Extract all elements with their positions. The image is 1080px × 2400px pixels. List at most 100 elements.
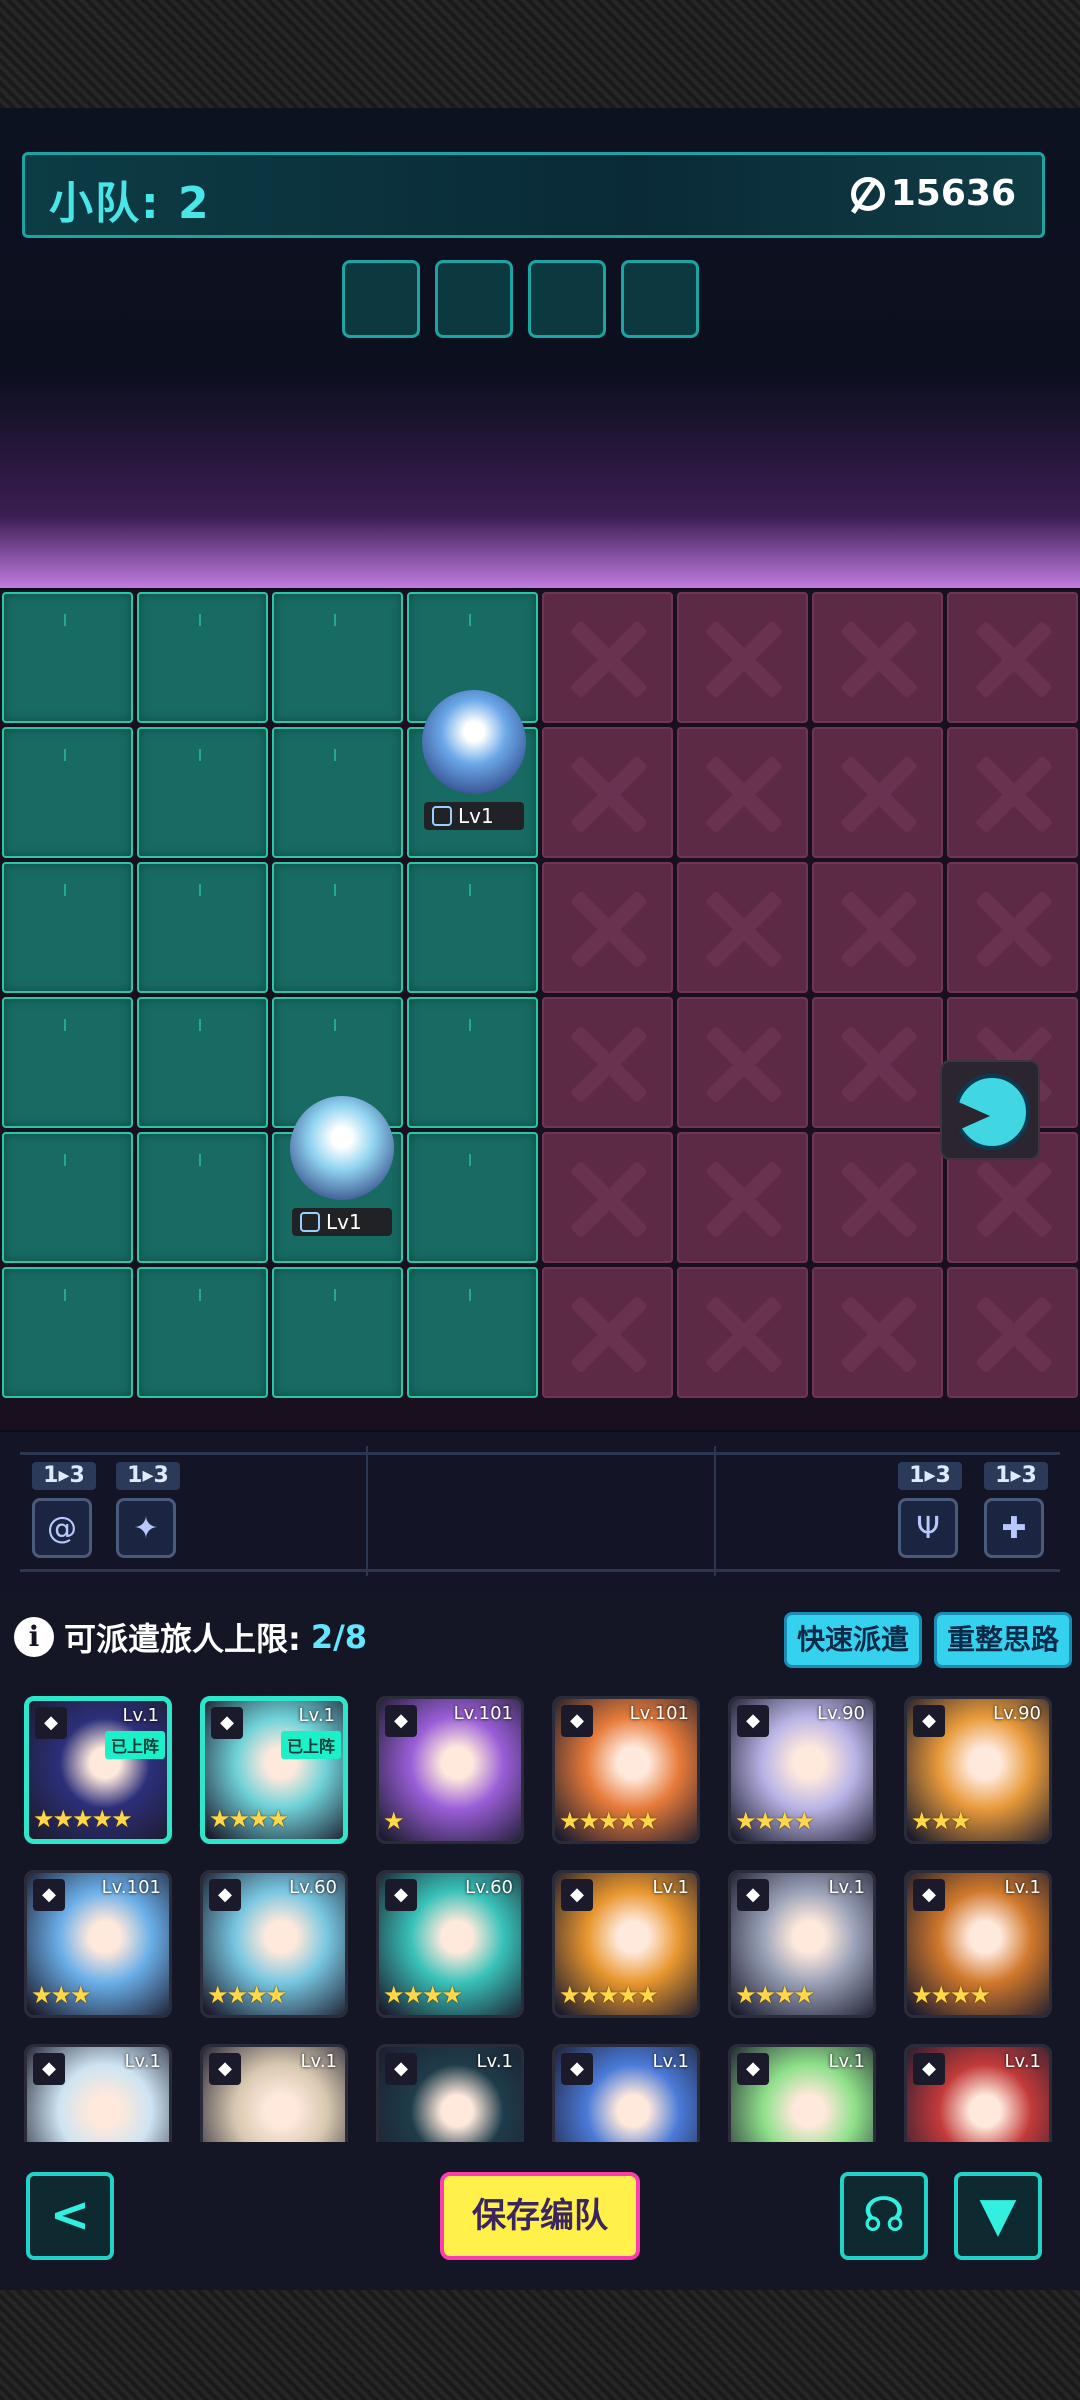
ally-tile[interactable] (137, 1267, 268, 1398)
hero-class-icon: ◆ (561, 1879, 593, 1911)
ally-tile[interactable] (137, 727, 268, 858)
hero-card[interactable]: ◆ Lv.60 ★★★★ (376, 1870, 524, 2018)
ally-tile[interactable] (272, 1267, 403, 1398)
hero-card[interactable]: ◆ Lv.1 ★★★★ (728, 1870, 876, 2018)
squad-label: 小队: (49, 178, 161, 229)
hero-class-icon: ◆ (737, 1879, 769, 1911)
ally-tile[interactable] (407, 1267, 538, 1398)
hero-level: Lv.1 (1004, 1877, 1041, 1898)
bonus-count: 1▸3 (32, 1462, 96, 1490)
hero-class-icon: ◆ (913, 2053, 945, 2085)
board-unit-fox-girl[interactable]: Lv1 (272, 1096, 412, 1236)
hero-card[interactable]: ◆ Lv.1 (728, 2044, 876, 2142)
hero-roster: i 可派遣旅人上限: 2/8 快速派遣 重整思路 ◆ Lv.1 已上阵 ★★★★★ ◆ L… (0, 1592, 1080, 2142)
hero-class-icon: ◆ (385, 1879, 417, 1911)
hero-card[interactable]: ◆ Lv.1 ★★★★ (904, 1870, 1052, 2018)
status-bar-bg (0, 0, 1080, 108)
hero-level: Lv.1 (476, 2051, 513, 2072)
unit-level-tag: Lv1 (424, 802, 524, 830)
hero-card[interactable]: ◆ Lv.1 已上阵 ★★★★ (200, 1696, 348, 1844)
ally-tile[interactable] (2, 592, 133, 723)
hero-level: Lv.1 (298, 1705, 335, 1726)
enemy-tile-blocked (542, 592, 673, 723)
hero-card[interactable]: ◆ Lv.1 ★★★★★ (552, 1870, 700, 2018)
bonus-count: 1▸3 (984, 1462, 1048, 1490)
ally-tile[interactable] (272, 727, 403, 858)
save-formation-button[interactable]: 保存编队 (440, 2172, 640, 2260)
hero-stars: ★★★★★ (559, 1807, 659, 1835)
hero-stars: ★★★★ (209, 1805, 289, 1833)
enemy-tile-blocked (677, 862, 808, 993)
dispatch-limit: i 可派遣旅人上限: 2/8 (14, 1614, 367, 1660)
board-unit-hooded-mage[interactable]: Lv1 (404, 690, 544, 830)
reset-formation-button[interactable]: 重整思路 (934, 1612, 1072, 1668)
enemy-tile-blocked (677, 1267, 808, 1398)
hero-class-icon: ◆ (35, 1707, 67, 1739)
ally-tile[interactable] (2, 1267, 133, 1398)
ally-tile[interactable] (407, 862, 538, 993)
hero-card[interactable]: ◆ Lv.101 ★★★ (24, 1870, 172, 2018)
dispatch-limit-label: 可派遣旅人上限: (64, 1620, 301, 1658)
hero-card[interactable]: ◆ Lv.90 ★★★★ (728, 1696, 876, 1844)
ally-tile[interactable] (2, 1132, 133, 1263)
ally-tile[interactable] (137, 1132, 268, 1263)
hero-card[interactable]: ◆ Lv.101 ★ (376, 1696, 524, 1844)
fox-girl-sprite (290, 1096, 394, 1200)
bonus-count: 1▸3 (898, 1462, 962, 1490)
hero-card[interactable]: ◆ Lv.1 (376, 2044, 524, 2142)
bonus-shield[interactable]: 1▸3 Ψ (898, 1462, 962, 1558)
enemy-tile-blocked (812, 727, 943, 858)
enemy-marker[interactable] (940, 1060, 1040, 1160)
ally-tile[interactable] (137, 592, 268, 723)
squad-bar: 小队: 2 15636 (22, 152, 1045, 238)
hero-class-icon: ◆ (561, 1705, 593, 1737)
ally-tile[interactable] (407, 1132, 538, 1263)
hero-card[interactable]: ◆ Lv.1 已上阵 ★★★★★ (24, 1696, 172, 1844)
power-display: 15636 (850, 173, 1016, 214)
ally-tile[interactable] (2, 997, 133, 1128)
squad-slot[interactable] (435, 260, 513, 338)
ally-tile[interactable] (2, 727, 133, 858)
hero-stars: ★ (383, 1807, 404, 1835)
crossbow-icon: ✚ (984, 1498, 1044, 1558)
filter-button[interactable]: ▼ (954, 2172, 1042, 2260)
hero-card[interactable]: ◆ Lv.101 ★★★★★ (552, 1696, 700, 1844)
hero-card[interactable]: ◆ Lv.1 (904, 2044, 1052, 2142)
squad-slot[interactable] (528, 260, 606, 338)
hero-class-icon: ◆ (913, 1705, 945, 1737)
hero-card[interactable]: ◆ Lv.1 (24, 2044, 172, 2142)
ally-tile[interactable] (272, 592, 403, 723)
ally-tile[interactable] (137, 862, 268, 993)
squad-slot[interactable] (342, 260, 420, 338)
nav-bar-bg (0, 2290, 1080, 2400)
hero-card[interactable]: ◆ Lv.1 (200, 2044, 348, 2142)
bonus-blade[interactable]: 1▸3 ✦ (116, 1462, 180, 1558)
hero-level: Lv.1 (124, 2051, 161, 2072)
bonus-swirl[interactable]: 1▸3 @ (32, 1462, 96, 1558)
bottom-bar: < 保存编队 ☊ ▼ (0, 2142, 1080, 2290)
ally-tile[interactable] (272, 862, 403, 993)
hero-card[interactable]: ◆ Lv.90 ★★★ (904, 1696, 1052, 1844)
back-button[interactable]: < (26, 2172, 114, 2260)
hero-class-icon: ◆ (209, 1879, 241, 1911)
hero-level: Lv.60 (465, 1877, 513, 1898)
hero-card[interactable]: ◆ Lv.1 (552, 2044, 700, 2142)
blade-icon: ✦ (116, 1498, 176, 1558)
hero-level: Lv.1 (828, 1877, 865, 1898)
unit-level: Lv1 (326, 1210, 362, 1234)
hero-level: Lv.1 (300, 2051, 337, 2072)
ally-tile[interactable] (137, 997, 268, 1128)
hero-level: Lv.1 (652, 1877, 689, 1898)
quick-dispatch-button[interactable]: 快速派遣 (784, 1612, 922, 1668)
hero-class-icon: ◆ (913, 1879, 945, 1911)
squad-slot[interactable] (621, 260, 699, 338)
hero-class-icon: ◆ (211, 1707, 243, 1739)
enemy-tile-blocked (677, 727, 808, 858)
bonus-crossbow[interactable]: 1▸3 ✚ (984, 1462, 1048, 1558)
brain-strategy-button[interactable]: ☊ (840, 2172, 928, 2260)
info-icon[interactable]: i (14, 1617, 54, 1657)
hero-card[interactable]: ◆ Lv.60 ★★★★ (200, 1870, 348, 2018)
enemy-tile-blocked (812, 862, 943, 993)
ally-tile[interactable] (407, 997, 538, 1128)
ally-tile[interactable] (2, 862, 133, 993)
